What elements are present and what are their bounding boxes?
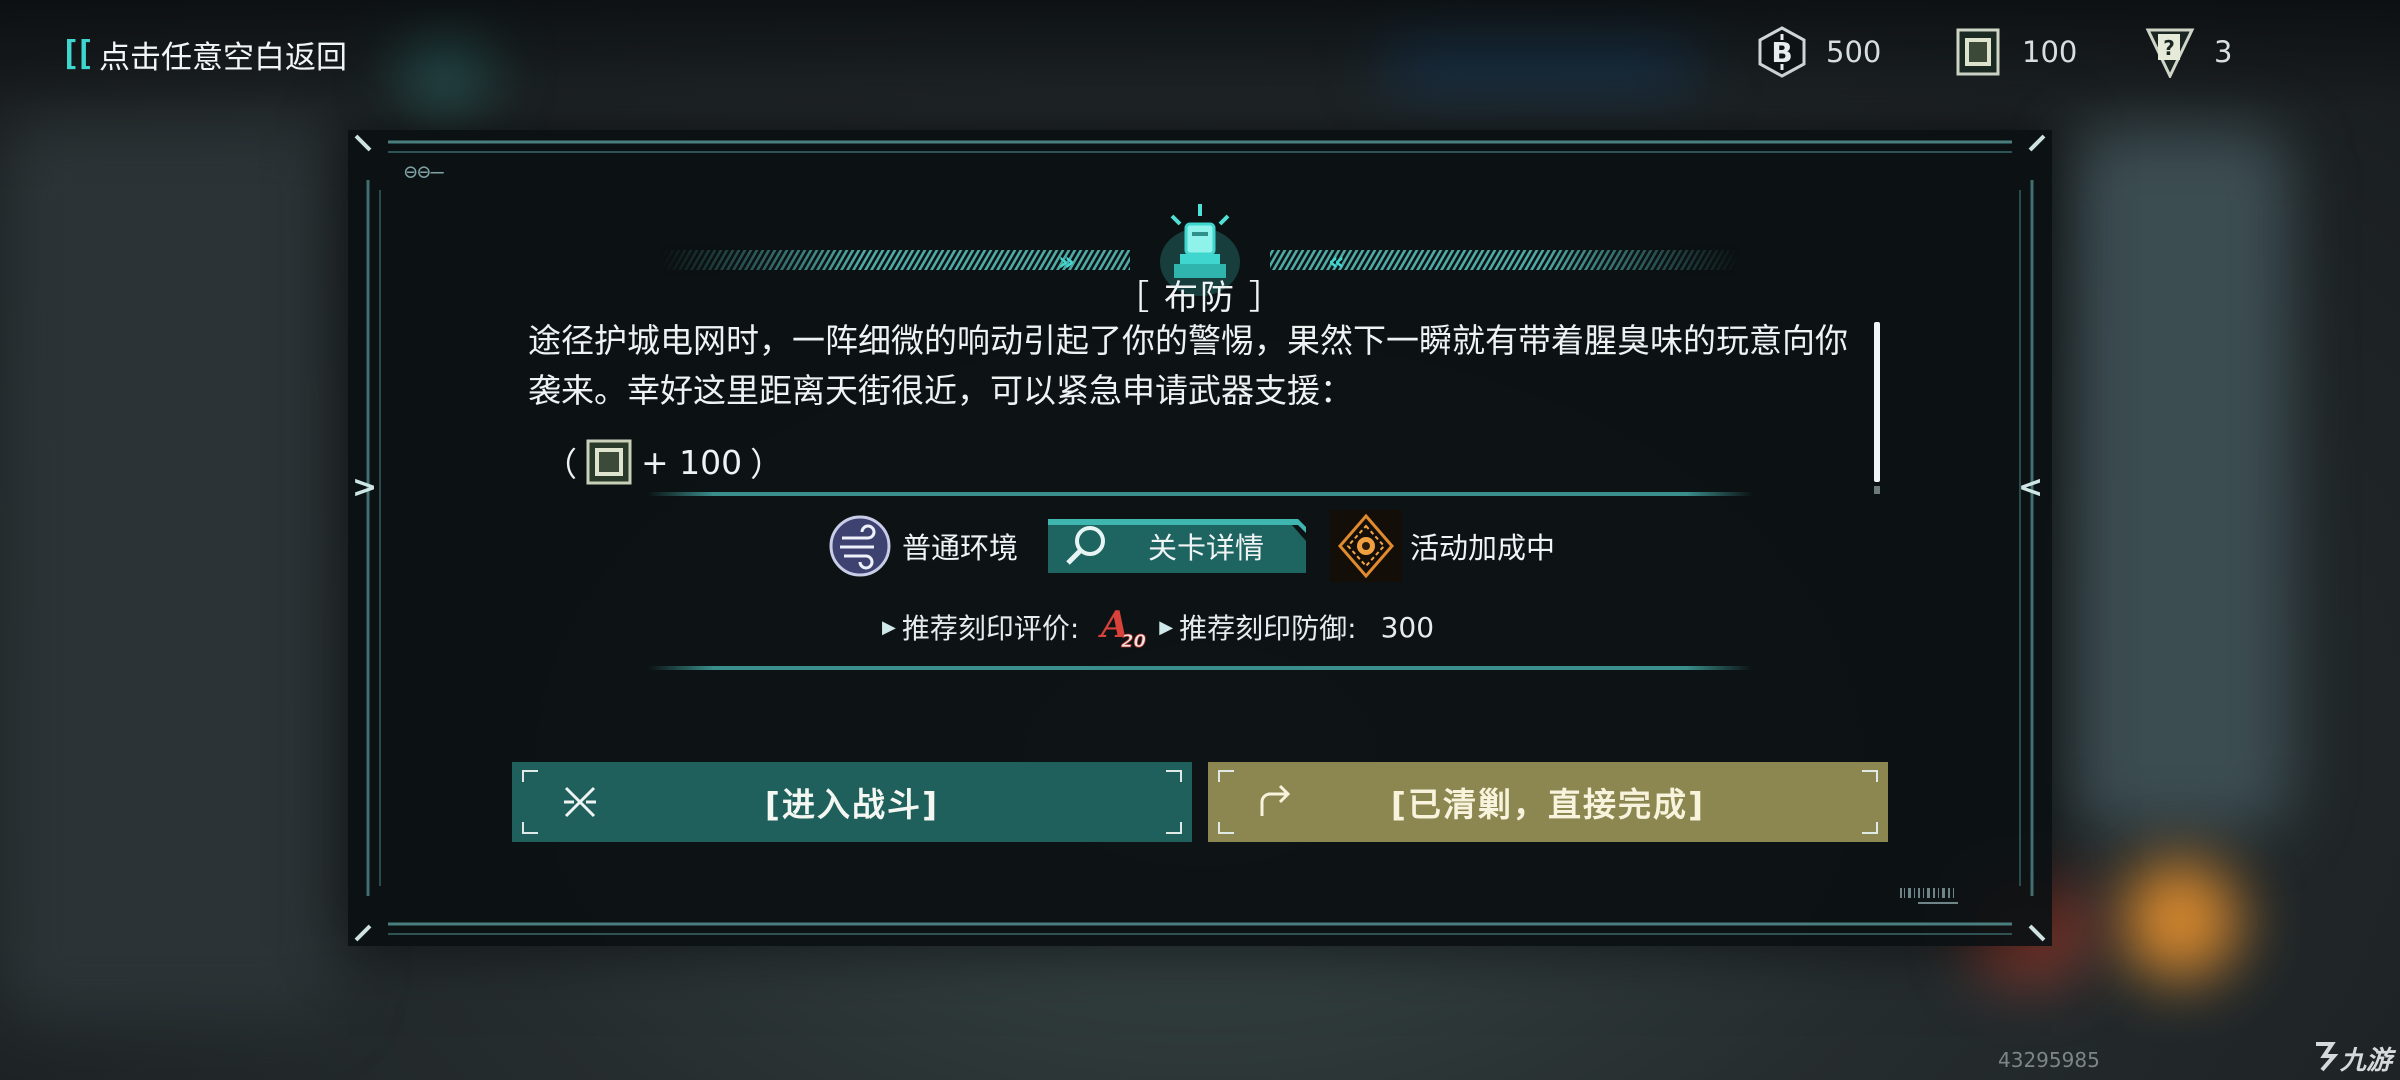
button-corner	[1862, 770, 1878, 782]
detail-button-label: 关卡详情	[1148, 531, 1265, 565]
environment-tag: 普通环境	[828, 514, 1018, 578]
separator-top	[648, 492, 1752, 496]
recommendation-line: ▶ 推荐刻印评价: A 20 ▶ 推荐刻印防御: 300	[882, 602, 1434, 652]
button-corner	[1166, 770, 1182, 782]
event-description: 途径护城电网时，一阵细微的响动引起了你的警惕，果然下一瞬就有带着腥臭味的玩意向你…	[528, 321, 1848, 410]
stage-tags: 普通环境 关卡详情 活动加成中	[828, 510, 1555, 582]
blurred-left-area	[0, 120, 340, 1020]
skip-complete-label: [已清剿，直接完成]	[1390, 785, 1706, 824]
mystery-card-icon: ?	[2145, 28, 2195, 78]
event-bonus-label: 活动加成中	[1410, 531, 1556, 565]
button-corner	[1218, 770, 1234, 782]
rank-level: 20	[1121, 631, 1146, 651]
enter-battle-label: [进入战斗]	[764, 785, 940, 824]
button-corner	[522, 770, 538, 782]
panel-dots-icon: ⊖⊖—	[404, 160, 444, 185]
description-scrollbar[interactable]	[1874, 322, 1880, 482]
jiuyou-logo-text: 九游	[2340, 1046, 2393, 1076]
image-id-watermark: 43295985	[1998, 1048, 2100, 1072]
enter-battle-button[interactable]: [进入战斗]	[512, 762, 1192, 842]
reward-open-paren: （	[544, 445, 577, 484]
defense-value: 300	[1380, 610, 1435, 644]
crossed-swords-icon	[564, 786, 596, 818]
button-corner	[1218, 822, 1234, 834]
magnifier-icon	[1066, 526, 1106, 565]
event-dialog: ⊖⊖— » « ［ 布防 ］ 途径护城电网时，一阵细微的响动引起了你的警惕，果然…	[348, 130, 2052, 946]
left-arrow-icon: >	[352, 470, 378, 505]
currency-mystery[interactable]: ? 3	[2144, 22, 2232, 82]
triangle-bullet-icon: ▶	[1159, 616, 1174, 638]
button-corner	[522, 822, 538, 834]
back-bracket-icon: [[	[60, 34, 95, 74]
chip-card-value: 100	[2022, 35, 2078, 69]
right-arrow-icon: <	[2018, 470, 2044, 505]
wind-icon	[829, 515, 891, 577]
currency-b-coin[interactable]: B 500	[1756, 22, 1881, 82]
stage-detail-button[interactable]: 关卡详情	[1048, 519, 1307, 573]
blurred-badge	[2120, 860, 2240, 980]
scrollbar-track-end	[1874, 486, 1880, 494]
rating-label: 推荐刻印评价:	[901, 612, 1080, 645]
b-coin-icon: B	[1758, 26, 1806, 78]
chip-card-icon	[586, 439, 632, 485]
mystery-card-value: 3	[2214, 35, 2233, 69]
currency-chip[interactable]: 100	[1952, 22, 2077, 82]
reward-amount: + 100	[641, 442, 743, 482]
triangle-bullet-icon: ▶	[882, 616, 896, 638]
b-coin-value: 500	[1826, 35, 1882, 69]
separator-bottom	[648, 666, 1752, 670]
defense-label: 推荐刻印防御:	[1179, 612, 1357, 645]
skip-complete-button[interactable]: [已清剿，直接完成]	[1208, 762, 1888, 842]
rank-a-icon: A 20	[1098, 604, 1146, 651]
reward-line: （ + 100 ）	[544, 436, 783, 488]
back-hint-text: 点击任意空白返回	[98, 39, 347, 76]
dialog-title: ［ 布防 ］	[1115, 278, 1285, 318]
button-corner	[1166, 822, 1182, 834]
chip-card-icon	[1956, 28, 2000, 76]
environment-label: 普通环境	[902, 531, 1019, 565]
back-hint[interactable]: [[ 点击任意空白返回	[60, 32, 347, 76]
forward-arrow-icon	[1260, 784, 1291, 816]
svg-text:?: ?	[2163, 36, 2175, 60]
event-bonus-tag[interactable]: 活动加成中	[1330, 510, 1555, 582]
button-corner	[1862, 822, 1878, 834]
blurred-side-list	[2070, 130, 2290, 830]
reward-close-paren: ）	[750, 445, 784, 484]
event-bonus-icon	[1330, 510, 1403, 582]
